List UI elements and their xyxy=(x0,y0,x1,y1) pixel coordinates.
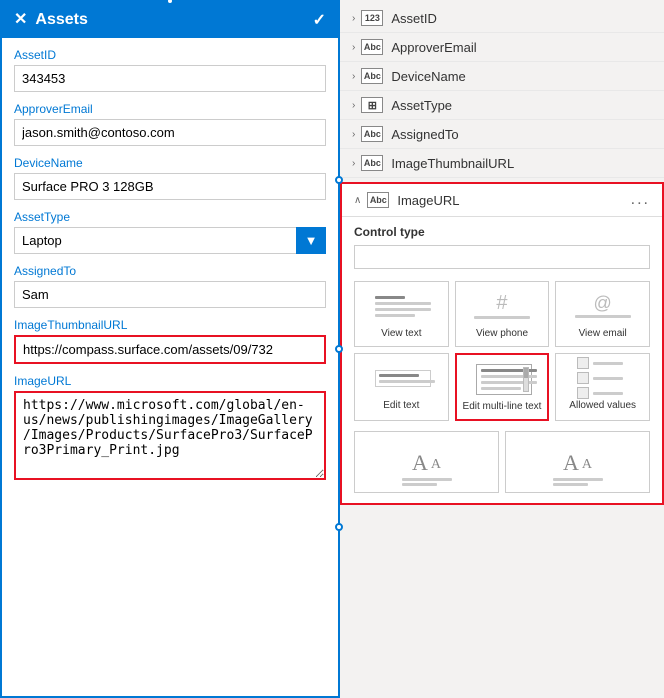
control-grid: View text # View phone @ xyxy=(342,281,662,431)
panel-body: AssetID ApproverEmail DeviceName AssetTy… xyxy=(2,38,338,696)
field-list-label-devicename: DeviceName xyxy=(391,69,465,84)
type-badge-assettype: ⊞ xyxy=(361,97,383,113)
imageurl-expanded-section: ∧ Abc ImageURL ... Control type View tex… xyxy=(340,182,664,505)
control-item-view-phone[interactable]: # View phone xyxy=(455,281,550,347)
chevron-icon-imagethumbnailurl: › xyxy=(352,158,355,169)
field-input-assignedto[interactable] xyxy=(14,281,326,308)
field-list-label-assetid: AssetID xyxy=(391,11,437,26)
control-label-edit-text: Edit text xyxy=(383,400,419,412)
left-panel: ✕ Assets ✓ AssetID ApproverEmail DeviceN… xyxy=(0,0,340,698)
control-item-edit-multiline[interactable]: Edit multi-line text xyxy=(455,353,550,421)
field-group-imageurl: ImageURL https://www.microsoft.com/globa… xyxy=(14,374,326,483)
imageurl-header[interactable]: ∧ Abc ImageURL ... xyxy=(342,184,662,217)
chevron-icon-approveremail: › xyxy=(352,42,355,53)
at-symbol: @ xyxy=(594,294,612,312)
bottom-control-row: A A A A xyxy=(342,431,662,503)
resize-handle-top[interactable] xyxy=(335,176,343,184)
field-group-imagethumbnailurl: ImageThumbnailURL xyxy=(14,318,326,364)
assettype-select[interactable]: Laptop xyxy=(14,227,326,254)
chevron-icon-assettype: › xyxy=(352,100,355,111)
field-input-assetid[interactable] xyxy=(14,65,326,92)
type-badge-imagethumbnailurl: Abc xyxy=(361,155,383,171)
view-text-icon xyxy=(371,288,431,324)
control-label-view-text: View text xyxy=(381,328,421,340)
chevron-icon-devicename: › xyxy=(352,71,355,82)
allowed-values-icon xyxy=(573,360,633,396)
panel-title: Assets xyxy=(35,11,87,29)
field-label-devicename: DeviceName xyxy=(14,156,326,170)
font-letter-b-big: A xyxy=(563,452,579,474)
field-list-label-assettype: AssetType xyxy=(391,98,452,113)
resize-handle[interactable] xyxy=(335,345,343,353)
type-badge-imageurl: Abc xyxy=(367,192,389,208)
list-item-assettype[interactable]: › ⊞ AssetType xyxy=(340,91,664,120)
field-label-assignedto: AssignedTo xyxy=(14,264,326,278)
field-label-approveremail: ApproverEmail xyxy=(14,102,326,116)
field-list-label-approveremail: ApproverEmail xyxy=(391,40,476,55)
chevron-expanded-icon: ∧ xyxy=(354,195,361,206)
field-input-approveremail[interactable] xyxy=(14,119,326,146)
control-type-section: Control type xyxy=(342,217,662,281)
control-label-edit-multiline: Edit multi-line text xyxy=(463,401,542,413)
edit-multiline-icon xyxy=(472,361,532,397)
list-item-assetid[interactable]: › 123 AssetID xyxy=(340,4,664,33)
header-title-group: ✕ Assets xyxy=(14,11,88,29)
field-list: › 123 AssetID › Abc ApproverEmail › Abc … xyxy=(340,0,664,182)
field-input-devicename[interactable] xyxy=(14,173,326,200)
hash-symbol: # xyxy=(496,293,507,313)
more-options-icon[interactable]: ... xyxy=(631,191,650,209)
field-input-imagethumbnailurl[interactable] xyxy=(14,335,326,364)
list-item-imagethumbnailurl[interactable]: › Abc ImageThumbnailURL xyxy=(340,149,664,178)
control-type-label: Control type xyxy=(354,225,650,239)
font-icon-2: A A xyxy=(550,438,606,474)
field-group-approveremail: ApproverEmail xyxy=(14,102,326,146)
field-group-assettype: AssetType Laptop ▼ xyxy=(14,210,326,254)
panel-header: ✕ Assets ✓ xyxy=(2,2,338,38)
control-item-font-1[interactable]: A A xyxy=(354,431,499,493)
field-list-label-imagethumbnailurl: ImageThumbnailURL xyxy=(391,156,514,171)
font-letter-a-small: A xyxy=(431,458,441,472)
chevron-icon-assetid: › xyxy=(352,13,355,24)
resize-handle-bottom[interactable] xyxy=(335,523,343,531)
control-label-allowed-values: Allowed values xyxy=(569,400,636,412)
list-item-assignedto[interactable]: › Abc AssignedTo xyxy=(340,120,664,149)
control-item-font-2[interactable]: A A xyxy=(505,431,650,493)
assettype-select-wrapper: Laptop ▼ xyxy=(14,227,326,254)
control-label-view-phone: View phone xyxy=(476,328,528,340)
edit-text-icon xyxy=(371,360,431,396)
field-group-assignedto: AssignedTo xyxy=(14,264,326,308)
field-group-assetid: AssetID xyxy=(14,48,326,92)
control-item-allowed-values[interactable]: Allowed values xyxy=(555,353,650,421)
field-group-devicename: DeviceName xyxy=(14,156,326,200)
chevron-icon-assignedto: › xyxy=(352,129,355,140)
type-badge-assetid: 123 xyxy=(361,10,383,26)
field-textarea-imageurl[interactable]: https://www.microsoft.com/global/en-us/n… xyxy=(14,391,326,480)
control-type-input[interactable] xyxy=(354,245,650,269)
type-badge-approveremail: Abc xyxy=(361,39,383,55)
font-letter-b-small: A xyxy=(582,458,592,472)
scroll-thumb xyxy=(524,368,528,378)
control-item-view-email[interactable]: @ View email xyxy=(555,281,650,347)
field-label-assetid: AssetID xyxy=(14,48,326,62)
field-list-label-assignedto: AssignedTo xyxy=(391,127,458,142)
field-label-imageurl: ImageURL xyxy=(14,374,326,388)
control-label-view-email: View email xyxy=(579,328,627,340)
close-icon[interactable]: ✕ xyxy=(14,12,27,28)
list-item-devicename[interactable]: › Abc DeviceName xyxy=(340,62,664,91)
control-item-edit-text[interactable]: Edit text xyxy=(354,353,449,421)
view-phone-icon: # xyxy=(472,288,532,324)
scroll-indicator xyxy=(523,367,529,392)
type-badge-assignedto: Abc xyxy=(361,126,383,142)
field-label-assettype: AssetType xyxy=(14,210,326,224)
view-email-icon: @ xyxy=(573,288,633,324)
field-label-imagethumbnailurl: ImageThumbnailURL xyxy=(14,318,326,332)
confirm-icon[interactable]: ✓ xyxy=(313,10,326,30)
imageurl-header-label: ImageURL xyxy=(397,193,459,208)
font-icon-1: A A xyxy=(399,438,455,474)
right-panel: › 123 AssetID › Abc ApproverEmail › Abc … xyxy=(340,0,664,698)
control-item-view-text[interactable]: View text xyxy=(354,281,449,347)
font-letter-a-big: A xyxy=(412,452,428,474)
type-badge-devicename: Abc xyxy=(361,68,383,84)
list-item-approveremail[interactable]: › Abc ApproverEmail xyxy=(340,33,664,62)
